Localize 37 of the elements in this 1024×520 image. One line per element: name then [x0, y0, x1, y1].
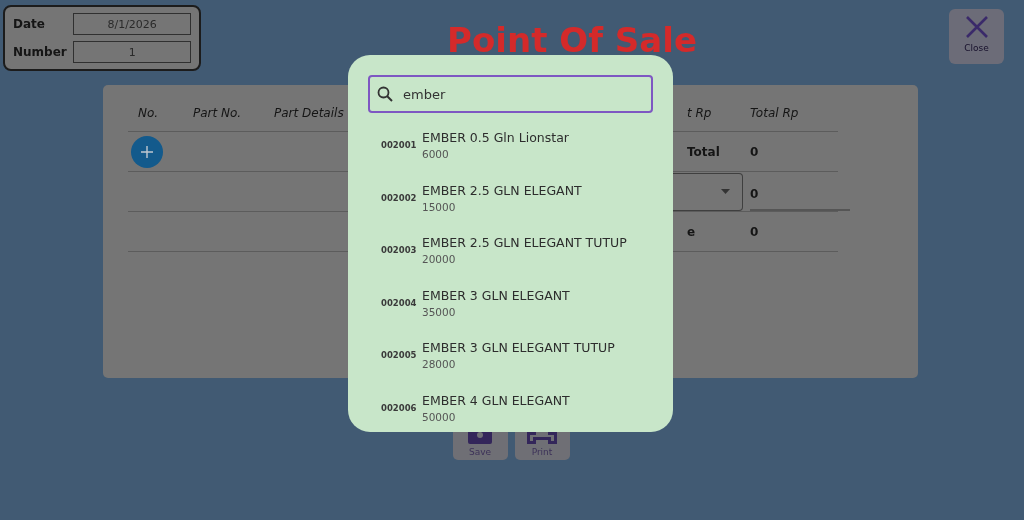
add-button[interactable] [131, 135, 163, 168]
column-header: t Rp [687, 106, 713, 120]
part-code: 002004 [381, 297, 418, 308]
summary-label: e [687, 224, 697, 239]
part-code: 002002 [381, 192, 418, 203]
part-code: 002006 [381, 402, 418, 413]
part-name[interactable]: EMBER 2.5 GLN ELEGANT [422, 182, 582, 198]
caret-icon [721, 189, 730, 194]
part-name[interactable]: EMBER 2.5 GLN ELEGANT TUTUP [422, 235, 627, 251]
part-name[interactable]: EMBER 3 GLN ELEGANT [422, 287, 570, 303]
part-name[interactable]: EMBER 0.5 Gln Lionstar [422, 130, 569, 146]
close-button[interactable]: Close [949, 9, 1004, 64]
page-title: Point Of Sale [446, 20, 698, 60]
part-code: 002003 [381, 245, 418, 256]
plus-icon [141, 145, 153, 158]
column-header: Part Details [274, 106, 345, 120]
field-label: Date [13, 17, 46, 31]
part-price: 20000 [422, 253, 457, 266]
part-code: 002005 [381, 350, 418, 361]
search-icon [377, 86, 393, 102]
summary-value: 0 [750, 144, 760, 159]
close-icon [964, 15, 989, 39]
field-label: Number [13, 45, 68, 59]
amount-field[interactable]: 0 [750, 179, 850, 211]
column-header: No. [138, 106, 160, 120]
summary-label: Total [687, 144, 721, 159]
part-price: 28000 [422, 358, 457, 371]
part-price: 6000 [422, 148, 450, 161]
search-field[interactable]: ember [368, 75, 653, 113]
part-price: 15000 [422, 200, 457, 213]
part-name[interactable]: EMBER 3 GLN ELEGANT TUTUP [422, 340, 615, 356]
column-header: Total Rp [750, 106, 800, 120]
column-header: Part No. [193, 106, 243, 120]
part-code: 002001 [381, 140, 418, 151]
summary-value: 0 [750, 224, 760, 239]
part-name[interactable]: EMBER 4 GLN ELEGANT [422, 392, 570, 408]
part-price: 35000 [422, 305, 457, 318]
